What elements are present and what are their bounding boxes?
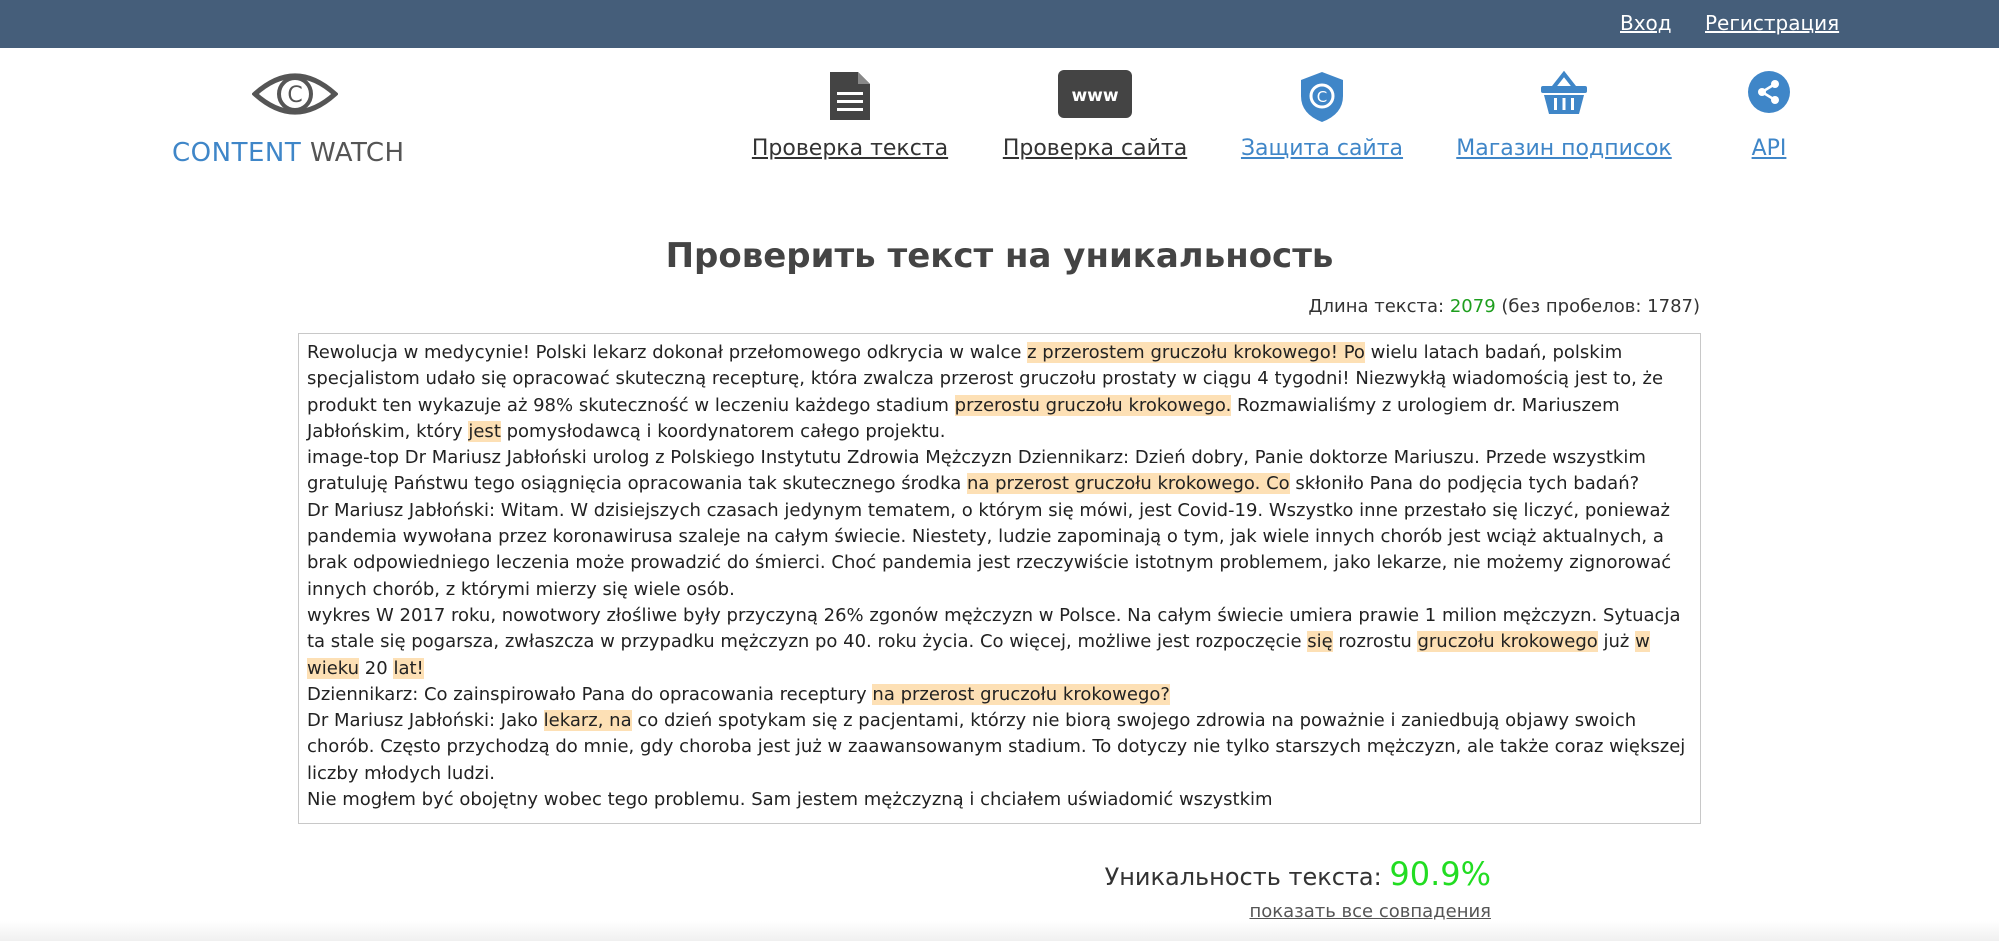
match-highlight: lekarz, na xyxy=(543,710,632,732)
text-paragraph: wykres W 2017 roku, nowotwory złośliwe b… xyxy=(307,603,1692,682)
text-segment: Dr Mariusz Jabłoński: Witam. W dzisiejsz… xyxy=(307,499,1672,600)
text-segment: pomysłodawcą i koordynatorem całego proj… xyxy=(500,420,946,442)
register-link[interactable]: Регистрация xyxy=(1705,11,1839,35)
text-segment: rozrostu xyxy=(1332,631,1418,653)
text-paragraph: Dr Mariusz Jabłoński: Witam. W dzisiejsz… xyxy=(307,498,1692,603)
text-segment: Dr Mariusz Jabłoński: Jako xyxy=(307,710,544,732)
nav-site-protection[interactable]: C Защита сайта xyxy=(1222,70,1422,170)
nav-site-check[interactable]: www Проверка сайта xyxy=(995,70,1195,170)
top-bar: Вход Регистрация xyxy=(0,0,1999,48)
text-segment: już xyxy=(1597,631,1636,653)
page-bottom-shade xyxy=(0,921,1999,941)
svg-text:www: www xyxy=(1071,86,1118,106)
svg-text:C: C xyxy=(287,83,302,108)
match-highlight: na przerost gruczołu krokowego. Co xyxy=(966,473,1290,495)
text-segment: Dziennikarz: Co zainspirowało Pana do op… xyxy=(307,683,873,705)
match-highlight: gruczołu krokowego xyxy=(1417,631,1598,653)
text-paragraph: Dr Mariusz Jabłoński: Jako lekarz, na co… xyxy=(307,708,1692,787)
logo-text: CONTENT WATCH xyxy=(172,138,405,168)
text-segment: skłoniło Pana do podjęcia tych badań? xyxy=(1289,473,1640,495)
nav-api[interactable]: API xyxy=(1729,70,1809,170)
api-share-icon xyxy=(1748,71,1790,113)
login-link[interactable]: Вход xyxy=(1620,11,1672,35)
nav-site-protection-label[interactable]: Защита сайта xyxy=(1222,136,1422,161)
nav-text-check[interactable]: Проверка текста xyxy=(750,70,950,170)
shield-copyright-icon: C xyxy=(1301,72,1343,122)
eye-copyright-icon: C xyxy=(252,73,338,115)
text-paragraph: Rewolucja w medycynie! Polski lekarz dok… xyxy=(307,340,1692,445)
text-length-value: 2079 xyxy=(1449,296,1496,317)
match-highlight: jest xyxy=(468,420,501,442)
www-icon: www xyxy=(1058,70,1132,118)
match-highlight: z przerostem gruczołu krokowego! Po xyxy=(1027,342,1365,363)
match-highlight: lat! xyxy=(393,657,424,679)
text-segment: Rewolucja w medycynie! Polski lekarz dok… xyxy=(307,342,1028,363)
nav-text-check-label[interactable]: Проверка текста xyxy=(750,136,950,161)
nav-subscription-store-label[interactable]: Магазин подписок xyxy=(1454,136,1674,161)
nav-subscription-store[interactable]: Магазин подписок xyxy=(1454,70,1674,170)
logo[interactable]: C CONTENT WATCH xyxy=(172,66,412,176)
text-paragraph: Nie mogłem być obojętny wobec tego probl… xyxy=(307,787,1692,813)
page-title: Проверить текст на уникальность xyxy=(665,236,1334,276)
nav-site-check-label[interactable]: Проверка сайта xyxy=(995,136,1195,161)
uniqueness-value: 90.9% xyxy=(1389,855,1491,893)
match-highlight: przerostu gruczołu krokowego. xyxy=(954,394,1232,416)
show-all-matches-link[interactable]: показать все совпадения xyxy=(1249,901,1491,922)
text-paragraph: image-top Dr Mariusz Jabłoński urolog z … xyxy=(307,445,1692,498)
document-icon xyxy=(830,72,870,120)
text-paragraph: Dziennikarz: Co zainspirowało Pana do op… xyxy=(307,682,1692,708)
svg-text:C: C xyxy=(1317,88,1327,106)
text-input-area[interactable]: Rewolucja w medycynie! Polski lekarz dok… xyxy=(298,333,1701,824)
match-highlight: się xyxy=(1307,631,1333,653)
text-segment: 20 xyxy=(359,657,394,679)
text-segment: Nie mogłem być obojętny wobec tego probl… xyxy=(307,789,1273,811)
match-highlight: na przerost gruczołu krokowego? xyxy=(872,683,1170,705)
text-length: Длина текста: 2079 (без пробелов: 1787) xyxy=(1308,296,1700,317)
uniqueness-result: Уникальность текста: 90.9% xyxy=(1104,855,1491,893)
basket-icon xyxy=(1541,70,1587,114)
nav-api-label[interactable]: API xyxy=(1729,136,1809,161)
